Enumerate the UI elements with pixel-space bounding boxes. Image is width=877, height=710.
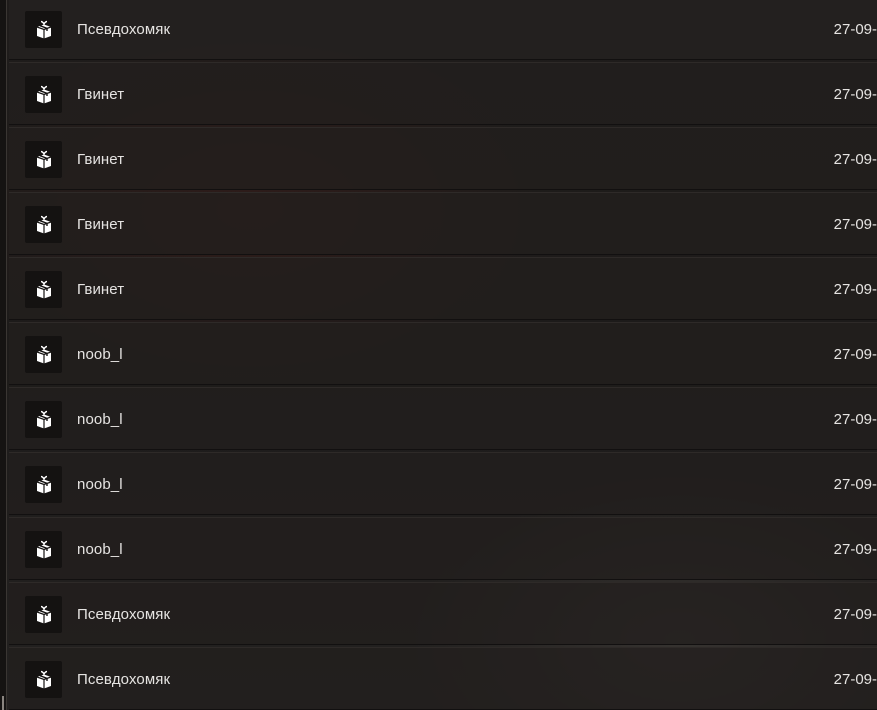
sender-name: Псевдохомяк (77, 671, 171, 688)
sender-name: noob_l (77, 476, 123, 493)
gift-box-icon (25, 401, 62, 438)
timestamp: 27-09- (833, 411, 877, 428)
gift-box-icon (25, 466, 62, 503)
gift-box-icon (25, 11, 62, 48)
timestamp: 27-09- (833, 346, 877, 363)
scroll-marker (2, 696, 4, 710)
page: Псевдохомяк 27-09- Гвинет 27-09- Гвинет … (0, 0, 877, 710)
list-item[interactable]: Псевдохомяк 27-09- (9, 582, 877, 645)
gift-box-icon (25, 336, 62, 373)
list-item[interactable]: Гвинет 27-09- (9, 62, 877, 125)
list-item[interactable]: noob_l 27-09- (9, 322, 877, 385)
gift-box-icon (25, 661, 62, 698)
gift-box-icon (25, 76, 62, 113)
timestamp: 27-09- (833, 541, 877, 558)
timestamp: 27-09- (833, 21, 877, 38)
gift-box-icon (25, 596, 62, 633)
list-item[interactable]: Псевдохомяк 27-09- (9, 647, 877, 710)
list-item[interactable]: noob_l 27-09- (9, 517, 877, 580)
list-item[interactable]: Гвинет 27-09- (9, 257, 877, 320)
timestamp: 27-09- (833, 151, 877, 168)
sender-name: Гвинет (77, 216, 125, 233)
timestamp: 27-09- (833, 216, 877, 233)
left-panel-edge (0, 0, 7, 710)
timestamp: 27-09- (833, 476, 877, 493)
gift-box-icon (25, 206, 62, 243)
list-item[interactable]: Псевдохомяк 27-09- (9, 0, 877, 60)
sender-name: Гвинет (77, 281, 125, 298)
sender-name: Гвинет (77, 151, 125, 168)
list-item[interactable]: Гвинет 27-09- (9, 192, 877, 255)
list-item[interactable]: noob_l 27-09- (9, 452, 877, 515)
gift-history-list: Псевдохомяк 27-09- Гвинет 27-09- Гвинет … (9, 0, 877, 710)
gift-box-icon (25, 141, 62, 178)
gift-box-icon (25, 531, 62, 568)
list-item[interactable]: noob_l 27-09- (9, 387, 877, 450)
timestamp: 27-09- (833, 671, 877, 688)
gift-box-icon (25, 271, 62, 308)
sender-name: noob_l (77, 411, 123, 428)
timestamp: 27-09- (833, 86, 877, 103)
sender-name: Псевдохомяк (77, 606, 171, 623)
sender-name: noob_l (77, 346, 123, 363)
timestamp: 27-09- (833, 281, 877, 298)
sender-name: noob_l (77, 541, 123, 558)
sender-name: Гвинет (77, 86, 125, 103)
list-item[interactable]: Гвинет 27-09- (9, 127, 877, 190)
timestamp: 27-09- (833, 606, 877, 623)
sender-name: Псевдохомяк (77, 21, 171, 38)
